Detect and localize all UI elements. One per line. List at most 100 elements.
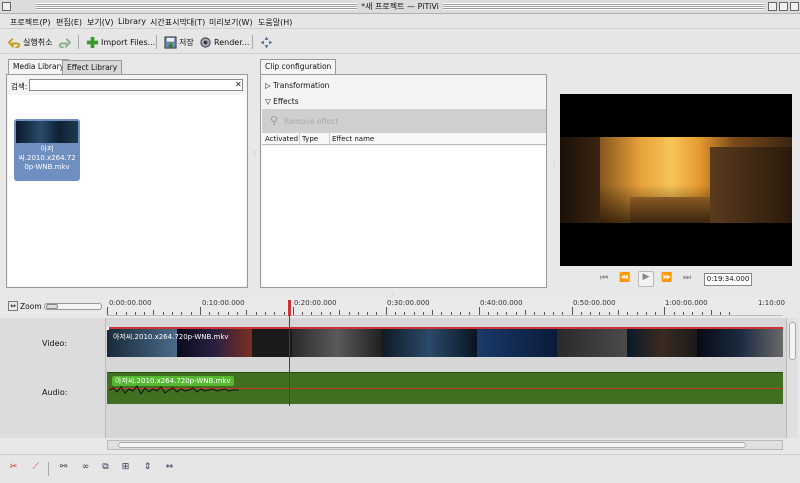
audio-waveform	[109, 385, 239, 395]
link-icon[interactable]: ∞	[78, 462, 93, 476]
video-clip[interactable]: 아저씨.2010.x264.720p-WNB.mkv	[107, 327, 783, 357]
video-thumbnail	[292, 329, 382, 357]
menu-preview[interactable]: 미리보기(W)	[209, 17, 253, 28]
audio-clip[interactable]: 아저씨.2010.x264.720p-WNB.mkv	[107, 372, 783, 404]
go-to-start-button[interactable]: ⏮	[597, 273, 611, 285]
video-viewer[interactable]	[560, 94, 792, 266]
ruler-tick	[682, 312, 684, 315]
pane-handle[interactable]: ⋮	[551, 160, 557, 190]
ruler-tick	[422, 312, 424, 315]
clip-thumbnail	[16, 121, 78, 143]
title-bar[interactable]: *새 프로젝트 — PiTiVi	[0, 0, 800, 14]
toolbar-separator	[48, 462, 49, 476]
media-library-panel: 검색: ✕ 아저 씨.2010.x264.72 0p-WNB.mkv	[6, 74, 248, 288]
zoom-slider-handle[interactable]	[46, 304, 58, 309]
tab-clip-configuration[interactable]: Clip configuration	[260, 59, 337, 74]
ruler-tick	[664, 307, 666, 315]
ruler-tick	[227, 312, 229, 315]
zoom-fit-icon[interactable]: ⇔	[8, 301, 18, 311]
search-input[interactable]	[29, 79, 243, 91]
ruler-tick	[432, 310, 434, 315]
menu-edit[interactable]: 편집(E)	[56, 17, 82, 28]
video-thumbnail	[557, 329, 627, 357]
ruler-tick	[506, 312, 508, 315]
horizontal-scroll-thumb[interactable]	[118, 442, 746, 448]
unlink-icon[interactable]: ⚯	[56, 462, 71, 476]
vertical-scroll-thumb[interactable]	[789, 322, 796, 360]
ruler-tick	[590, 312, 592, 315]
maximize-button[interactable]	[779, 2, 788, 11]
media-list[interactable]: 아저 씨.2010.x264.72 0p-WNB.mkv	[8, 95, 246, 286]
zoom-slider[interactable]	[44, 303, 102, 310]
ruler-tick	[441, 312, 443, 315]
horizontal-scrollbar[interactable]	[107, 440, 783, 450]
go-to-end-button[interactable]: ⏭	[680, 273, 694, 285]
close-button[interactable]	[790, 2, 799, 11]
play-button[interactable]: ▶	[638, 271, 654, 287]
menu-view[interactable]: 보기(V)	[87, 17, 113, 28]
col-activated[interactable]: Activated	[265, 135, 298, 143]
menu-help[interactable]: 도움말(H)	[258, 17, 292, 28]
ungroup-icon[interactable]: ⊞	[118, 462, 133, 476]
save-button[interactable]: 저장	[164, 34, 194, 50]
remove-effect-button[interactable]: Remove effect	[284, 117, 338, 126]
tab-media-library[interactable]: Media Library	[8, 59, 70, 74]
pane-handle[interactable]: ⋮	[252, 150, 258, 190]
effects-table-header: Activated Type Effect name	[262, 133, 546, 145]
vertical-scrollbar[interactable]	[786, 318, 798, 438]
ruler-tick	[655, 312, 657, 315]
redo-button[interactable]	[58, 34, 71, 50]
ruler-tick	[497, 312, 499, 315]
group-icon[interactable]: ⧉	[98, 462, 113, 476]
tab-effect-library[interactable]: Effect Library	[62, 60, 123, 74]
ruler-label: 1:10:00	[758, 299, 785, 307]
undo-button[interactable]: 실행취소	[8, 34, 52, 50]
ruler-tick	[385, 307, 387, 315]
rewind-button[interactable]: ⏪	[618, 273, 632, 285]
col-type[interactable]: Type	[302, 135, 318, 143]
clear-search-icon[interactable]: ✕	[235, 80, 242, 89]
effects-list[interactable]	[262, 146, 546, 287]
ruler-tick	[525, 310, 527, 315]
ruler-tick	[144, 312, 146, 315]
media-clip-item[interactable]: 아저 씨.2010.x264.72 0p-WNB.mkv	[14, 119, 80, 181]
frame-street	[630, 197, 710, 223]
ruler-tick	[172, 312, 174, 315]
toolbar-separator	[252, 35, 253, 49]
ruler-tick	[599, 312, 601, 315]
render-label: Render...	[214, 37, 250, 47]
timecode-field[interactable]: 0:19:34.000	[704, 273, 752, 286]
menu-project[interactable]: 프로젝트(P)	[10, 17, 51, 28]
minimize-button[interactable]	[768, 2, 777, 11]
ruler-tick	[562, 312, 564, 315]
cut-icon[interactable]: ✂	[6, 462, 21, 476]
audio-track-label: Audio:	[42, 388, 68, 397]
ruler-label: 0:50:00.000	[573, 299, 616, 307]
window-title: *새 프로젝트 — PiTiVi	[357, 2, 443, 11]
menu-library[interactable]: Library	[118, 17, 146, 26]
window-menu-button[interactable]	[2, 2, 11, 11]
ruler-tick	[608, 312, 610, 315]
pane-handle[interactable]: ⋯	[390, 292, 410, 298]
ruler-tick	[199, 307, 201, 315]
transformation-expander[interactable]: ▷ Transformation	[265, 81, 329, 90]
col-effect-name[interactable]: Effect name	[332, 135, 374, 143]
playhead-marker[interactable]	[288, 300, 291, 316]
fast-forward-button[interactable]: ⏩	[660, 273, 674, 285]
align-icon[interactable]: ⇕	[140, 462, 155, 476]
ruler-tick	[673, 312, 675, 315]
video-track-label: Video:	[42, 339, 68, 348]
ruler-tick	[302, 312, 304, 315]
fullscreen-button[interactable]	[260, 34, 273, 50]
render-button[interactable]: Render...	[199, 34, 249, 50]
ruler-tick	[636, 312, 638, 315]
ripple-icon[interactable]: ⇔	[162, 462, 177, 476]
effects-expander[interactable]: ▽ Effects	[265, 97, 299, 106]
menu-timeline[interactable]: 시간표시막대(T)	[150, 17, 205, 28]
timeline-ruler[interactable]: 0:00:00.000 0:10:00.000 0:20:00.000 0:30…	[107, 298, 785, 316]
ruler-tick	[404, 312, 406, 315]
split-icon[interactable]: ⟋	[28, 462, 43, 476]
ruler-tick	[460, 312, 462, 315]
import-files-button[interactable]: Import Files...	[86, 34, 155, 50]
effects-label: Effects	[273, 97, 299, 106]
